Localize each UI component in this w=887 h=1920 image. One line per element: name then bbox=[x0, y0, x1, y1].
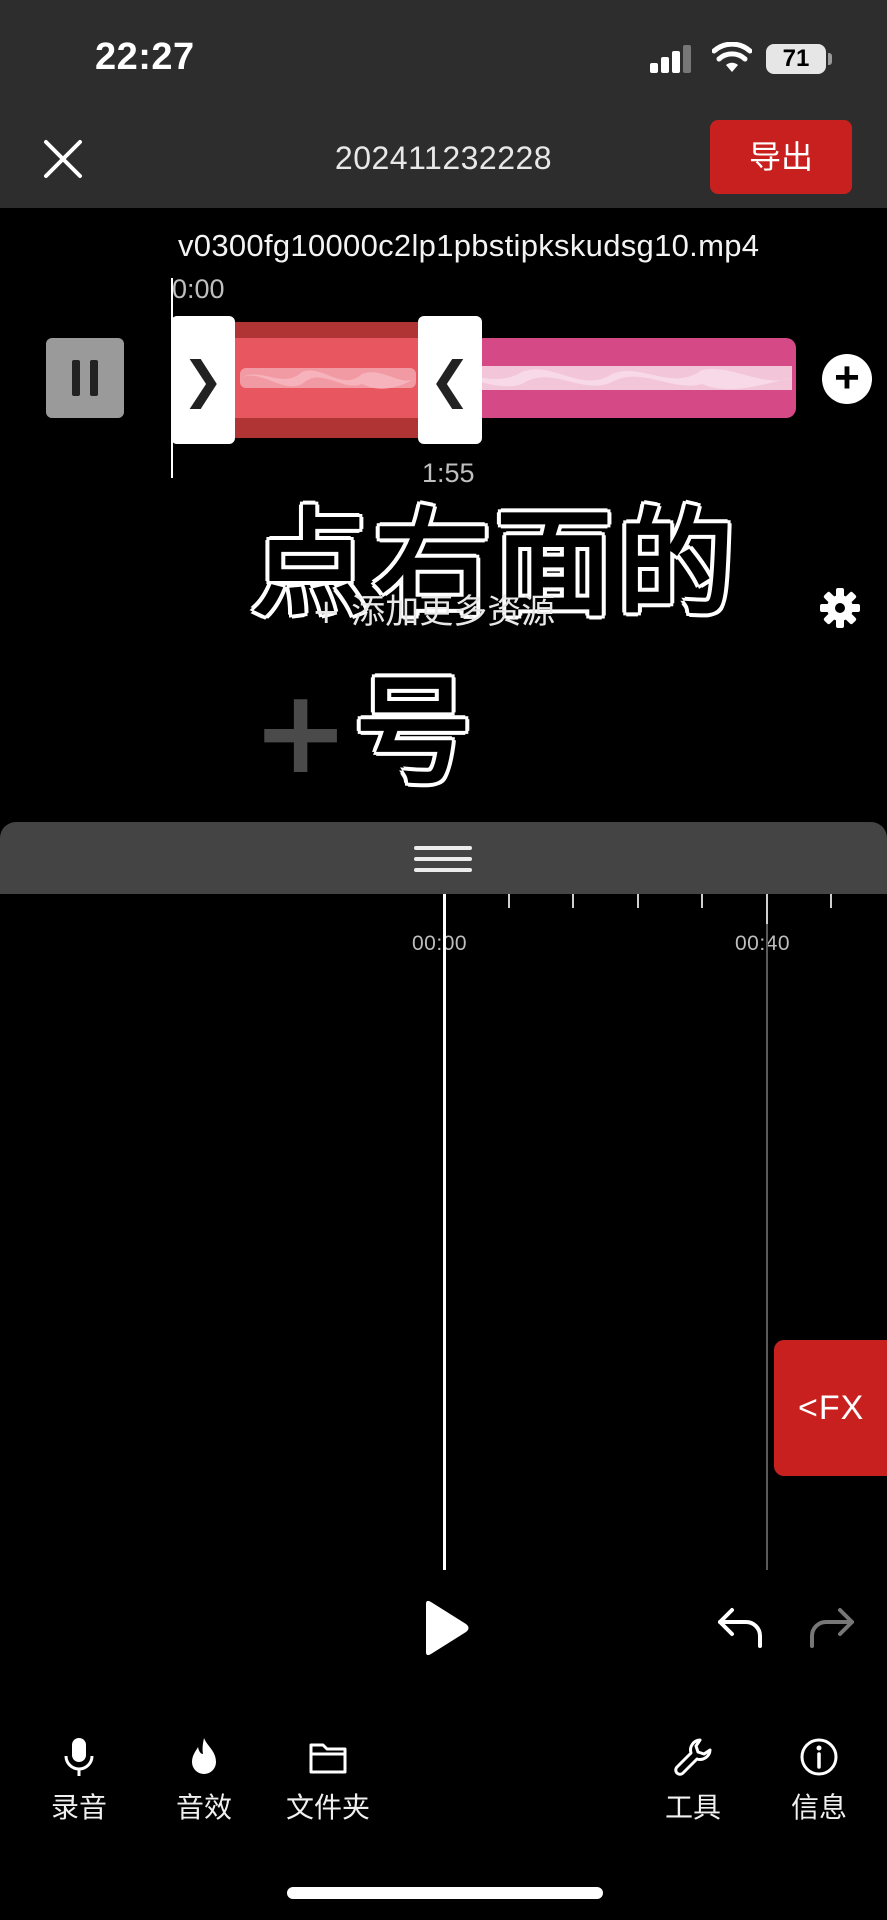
toolbar-sound-effects-label: 音效 bbox=[175, 1791, 232, 1824]
tutorial-caption: 点右面的+号 bbox=[252, 470, 887, 806]
undo-icon[interactable] bbox=[716, 1604, 766, 1650]
drag-handle-icon[interactable] bbox=[414, 844, 472, 874]
wrench-icon bbox=[674, 1738, 712, 1776]
toolbar-info[interactable]: 信息 bbox=[764, 1736, 874, 1826]
pause-button[interactable] bbox=[46, 338, 124, 418]
toolbar-tools[interactable]: 工具 bbox=[638, 1736, 748, 1826]
add-clip-plus-icon[interactable]: + bbox=[822, 354, 872, 404]
toolbar-record-label: 录音 bbox=[50, 1791, 107, 1824]
selected-waveform bbox=[240, 368, 416, 389]
cellular-signal-icon bbox=[650, 45, 691, 73]
trim-handle-left[interactable]: ❯ bbox=[171, 316, 235, 444]
gear-icon[interactable] bbox=[818, 586, 862, 630]
status-time: 22:27 bbox=[95, 36, 195, 78]
fx-button[interactable]: <FX bbox=[774, 1340, 887, 1476]
export-button[interactable]: 导出 bbox=[710, 120, 852, 194]
redo-icon[interactable] bbox=[806, 1604, 856, 1650]
toolbar-folder[interactable]: 文件夹 bbox=[273, 1736, 383, 1826]
toolbar-tools-label: 工具 bbox=[664, 1791, 721, 1824]
toolbar-sound-effects[interactable]: 音效 bbox=[149, 1736, 259, 1826]
ruler-label-1: 00:40 bbox=[735, 932, 791, 955]
top-app-bar: 202411232228 导出 bbox=[0, 110, 887, 208]
toolbar-info-label: 信息 bbox=[790, 1791, 847, 1824]
microphone-icon bbox=[64, 1738, 94, 1776]
ruler-tick bbox=[766, 894, 768, 924]
timeline-playhead[interactable] bbox=[443, 894, 446, 1570]
toolbar-record[interactable]: 录音 bbox=[24, 1736, 134, 1826]
trim-handle-right[interactable]: ❮ bbox=[418, 316, 482, 444]
add-more-resources-button[interactable]: + 添加更多资源 bbox=[312, 584, 555, 633]
ruler-tick bbox=[830, 894, 832, 908]
ruler-tick bbox=[508, 894, 510, 908]
ruler-label-0: 00:00 bbox=[412, 932, 468, 955]
pause-icon-bar-right bbox=[90, 360, 98, 396]
clip-file-name: v0300fg10000c2lp1pbstipkskudsg10.mp4 bbox=[178, 228, 760, 263]
clip-start-time: 0:00 bbox=[172, 274, 225, 304]
caption-suffix: 号 bbox=[355, 665, 478, 800]
selected-range[interactable] bbox=[232, 338, 422, 418]
ruler-tick bbox=[572, 894, 574, 908]
flame-icon bbox=[192, 1738, 216, 1774]
timeline-panel-header[interactable] bbox=[0, 822, 887, 894]
status-bar: 22:27 71 bbox=[0, 0, 887, 110]
info-icon bbox=[800, 1738, 838, 1776]
wifi-icon bbox=[712, 42, 752, 72]
battery-tip bbox=[828, 53, 832, 65]
play-icon[interactable] bbox=[420, 1598, 472, 1658]
battery-level: 71 bbox=[766, 44, 826, 74]
toolbar-folder-label: 文件夹 bbox=[285, 1791, 370, 1824]
home-indicator[interactable] bbox=[287, 1887, 603, 1899]
folder-icon bbox=[309, 1743, 347, 1774]
caption-plus: + bbox=[252, 665, 356, 800]
ruler-tick bbox=[637, 894, 639, 908]
timeline-marker-line bbox=[766, 924, 768, 1570]
ruler-tick bbox=[701, 894, 703, 908]
pause-icon-bar-left bbox=[72, 360, 80, 396]
